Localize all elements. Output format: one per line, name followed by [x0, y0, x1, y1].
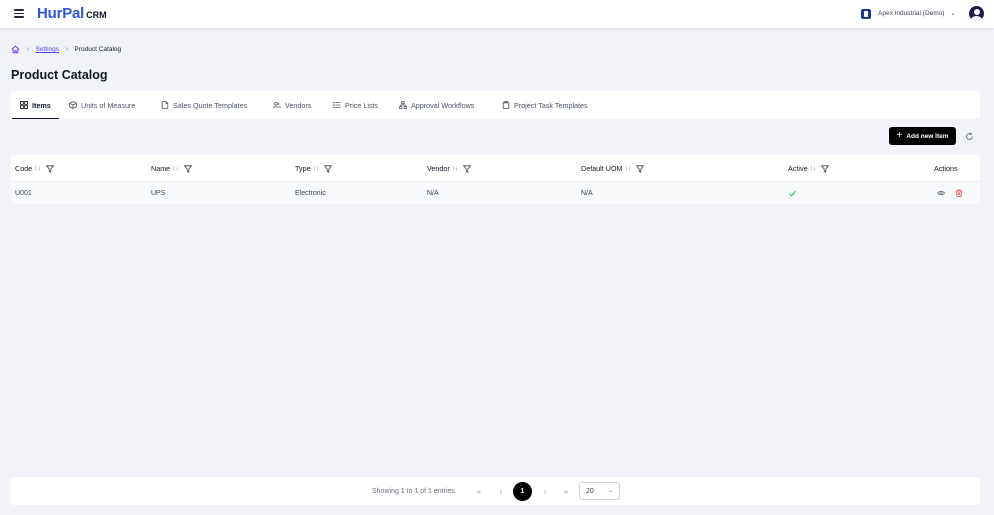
home-icon[interactable]	[11, 45, 20, 54]
tab-label: Project Task Templates	[514, 100, 588, 110]
next-page-icon[interactable]: ›	[540, 477, 550, 505]
organization-switcher[interactable]: Apex Industrial (Demo) ⌄	[861, 8, 956, 19]
page-title: Product Catalog	[11, 68, 108, 82]
logo-main: HurPal	[37, 5, 85, 22]
users-icon	[273, 101, 281, 109]
column-header-active[interactable]: Active ↑↓	[788, 155, 830, 182]
column-header-vendor[interactable]: Vendor ↑↓	[427, 155, 472, 182]
user-avatar[interactable]	[969, 6, 984, 21]
tab-bar: Items Units of Measure Sales Quote Templ…	[11, 91, 980, 119]
column-label: Active	[788, 164, 808, 173]
column-label: Type	[295, 164, 311, 173]
tab-items[interactable]: Items	[12, 91, 59, 119]
column-label: Default UOM	[581, 164, 623, 173]
workflow-icon	[399, 101, 407, 109]
sort-icon[interactable]: ↑↓	[452, 165, 459, 172]
column-label: Actions	[934, 164, 958, 173]
logo-suffix: CRM	[86, 10, 107, 20]
column-label: Name	[151, 164, 171, 173]
items-table: Code ↑↓ Name ↑↓ Type ↑↓ Vendor ↑↓ Defaul…	[11, 155, 980, 204]
sort-icon[interactable]: ↑↓	[313, 165, 320, 172]
refresh-icon[interactable]	[965, 132, 974, 141]
breadcrumb: > Settings > Product Catalog	[11, 45, 121, 54]
document-icon	[161, 101, 169, 109]
entries-summary: Showing 1 to 1 of 1 entries	[372, 487, 455, 495]
cell-name: UPS	[151, 189, 166, 197]
cell-active	[788, 182, 797, 204]
cell-actions	[937, 182, 963, 204]
breadcrumb-separator: >	[65, 46, 69, 53]
breadcrumb-settings-link[interactable]: Settings	[36, 46, 60, 53]
column-header-code[interactable]: Code ↑↓	[15, 155, 54, 182]
last-page-icon[interactable]: »	[561, 477, 571, 505]
table-header: Code ↑↓ Name ↑↓ Type ↑↓ Vendor ↑↓ Defaul…	[11, 155, 980, 182]
tab-project-task-templates[interactable]: Project Task Templates	[502, 91, 588, 119]
sort-icon[interactable]: ↑↓	[172, 165, 179, 172]
add-button-label: Add new Item	[906, 132, 949, 140]
page-number-current[interactable]: 1	[513, 482, 532, 501]
column-header-type[interactable]: Type ↑↓	[295, 155, 333, 182]
table-row[interactable]: U001 UPS Electronic N/A N/A	[11, 182, 980, 204]
column-header-actions: Actions	[934, 155, 958, 182]
column-label: Code	[15, 164, 33, 173]
clipboard-icon	[502, 101, 510, 109]
trash-icon[interactable]	[955, 189, 963, 197]
cube-icon	[69, 101, 77, 109]
tab-label: Sales Quote Templates	[173, 100, 248, 110]
sort-icon[interactable]: ↑↓	[625, 165, 632, 172]
tab-label: Items	[32, 100, 51, 110]
first-page-icon[interactable]: «	[474, 477, 484, 505]
app-logo[interactable]: HurPal CRM	[37, 5, 107, 22]
cell-type: Electronic	[295, 189, 326, 197]
organization-name: Apex Industrial (Demo)	[878, 10, 945, 17]
tab-label: Approval Workflows	[411, 100, 475, 110]
cell-vendor: N/A	[427, 189, 439, 197]
tab-vendors[interactable]: Vendors	[273, 91, 311, 119]
tab-label: Vendors	[285, 100, 312, 110]
eye-icon[interactable]	[937, 189, 945, 197]
filter-icon[interactable]	[821, 164, 830, 173]
filter-icon[interactable]	[636, 164, 645, 173]
filter-icon[interactable]	[183, 164, 192, 173]
tab-approval-workflows[interactable]: Approval Workflows	[399, 91, 474, 119]
prev-page-icon[interactable]: ‹	[496, 477, 506, 505]
check-icon	[788, 190, 797, 197]
column-label: Vendor	[427, 164, 450, 173]
chevron-down-icon: ⌄	[607, 488, 613, 494]
grid-icon	[20, 101, 28, 109]
tab-sales-quote-templates[interactable]: Sales Quote Templates	[161, 91, 247, 119]
cell-code: U001	[15, 189, 32, 197]
sort-icon[interactable]: ↑↓	[34, 165, 41, 172]
column-header-default-uom[interactable]: Default UOM ↑↓	[581, 155, 645, 182]
building-icon	[861, 8, 871, 19]
plus-icon: +	[896, 130, 903, 141]
page-size-select[interactable]: 20 ⌄	[579, 482, 620, 500]
sort-icon[interactable]: ↑↓	[810, 165, 817, 172]
tab-price-lists[interactable]: Price Lists	[333, 91, 378, 119]
cell-default-uom: N/A	[581, 189, 593, 197]
top-bar: HurPal CRM Apex Industrial (Demo) ⌄	[0, 0, 994, 29]
breadcrumb-separator: >	[26, 46, 30, 53]
breadcrumb-current: Product Catalog	[74, 46, 122, 53]
column-header-name[interactable]: Name ↑↓	[151, 155, 192, 182]
tab-units-of-measure[interactable]: Units of Measure	[69, 91, 135, 119]
page-size-value: 20	[586, 487, 594, 495]
add-new-item-button[interactable]: + Add new Item	[889, 127, 956, 145]
pagination-bar: Showing 1 to 1 of 1 entries « ‹ 1 › » 20…	[11, 477, 980, 505]
menu-icon[interactable]	[14, 9, 24, 18]
tab-label: Units of Measure	[81, 100, 136, 110]
filter-icon[interactable]	[45, 164, 54, 173]
filter-icon[interactable]	[463, 164, 472, 173]
filter-icon[interactable]	[324, 164, 333, 173]
chevron-down-icon: ⌄	[950, 11, 956, 17]
list-icon	[333, 101, 341, 109]
tab-label: Price Lists	[345, 100, 379, 110]
